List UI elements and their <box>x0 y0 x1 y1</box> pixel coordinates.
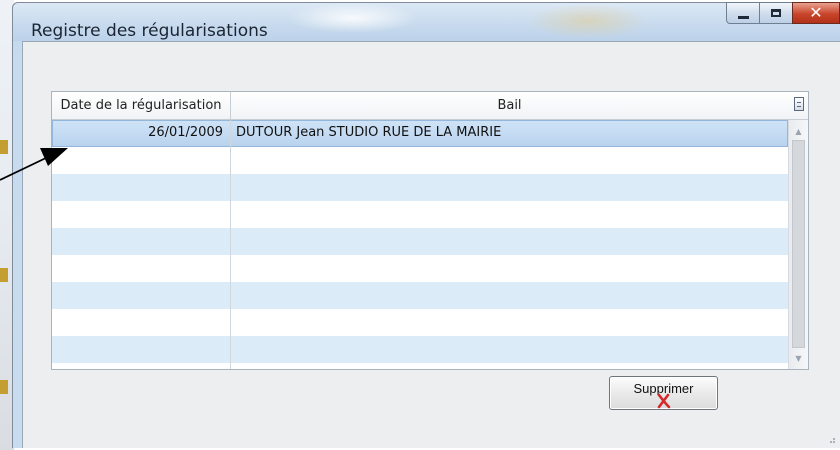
maximize-icon <box>771 9 781 17</box>
background-mark <box>0 380 8 394</box>
table-row[interactable]: 26/01/2009 DUTOUR Jean STUDIO RUE DE LA … <box>52 120 788 147</box>
cell-date: 26/01/2009 <box>148 125 223 140</box>
column-divider <box>230 120 231 369</box>
close-icon: ✕ <box>809 3 823 22</box>
table-row-empty[interactable] <box>52 174 788 201</box>
scrollbar-thumb[interactable] <box>792 140 805 348</box>
caption-buttons: ✕ <box>726 2 840 24</box>
background-mark <box>0 140 8 154</box>
minimize-button[interactable] <box>726 2 760 24</box>
table-row-empty[interactable] <box>52 255 788 282</box>
table-header: Date de la régularisation Bail <box>52 92 808 120</box>
column-chooser-icon[interactable] <box>794 97 804 111</box>
maximize-button[interactable] <box>759 2 793 24</box>
table-row-empty[interactable] <box>52 201 788 228</box>
title-bar-glow <box>288 3 418 33</box>
window-client-area: Date de la régularisation Bail 26/01/200… <box>22 41 840 448</box>
background-mark <box>0 268 8 282</box>
delete-button[interactable]: Supprimer <box>609 376 718 410</box>
scroll-down-icon[interactable]: ▼ <box>789 349 808 367</box>
resize-grip-icon[interactable] <box>826 434 836 444</box>
table-row-empty[interactable] <box>52 309 788 336</box>
column-header-bail[interactable]: Bail <box>231 92 788 119</box>
vertical-scrollbar[interactable]: ▲ ▼ <box>788 120 808 369</box>
close-button[interactable]: ✕ <box>792 2 840 24</box>
red-x-icon <box>657 393 671 409</box>
cell-bail: DUTOUR Jean STUDIO RUE DE LA MAIRIE <box>236 125 502 140</box>
app-window: Registre des régularisations ✕ Date de l… <box>12 2 840 448</box>
table-row-empty[interactable] <box>52 282 788 309</box>
title-bar-glow <box>528 3 648 39</box>
table-row-empty[interactable] <box>52 336 788 363</box>
regularisations-table: Date de la régularisation Bail 26/01/200… <box>51 91 809 370</box>
title-bar[interactable]: Registre des régularisations ✕ <box>13 2 840 41</box>
table-row-empty[interactable] <box>52 147 788 174</box>
window-title: Registre des régularisations <box>31 21 268 41</box>
column-header-date[interactable]: Date de la régularisation <box>52 92 231 119</box>
minimize-icon <box>737 15 749 19</box>
table-row-empty[interactable] <box>52 228 788 255</box>
scroll-up-icon[interactable]: ▲ <box>789 122 808 140</box>
table-body: 26/01/2009 DUTOUR Jean STUDIO RUE DE LA … <box>52 120 788 369</box>
